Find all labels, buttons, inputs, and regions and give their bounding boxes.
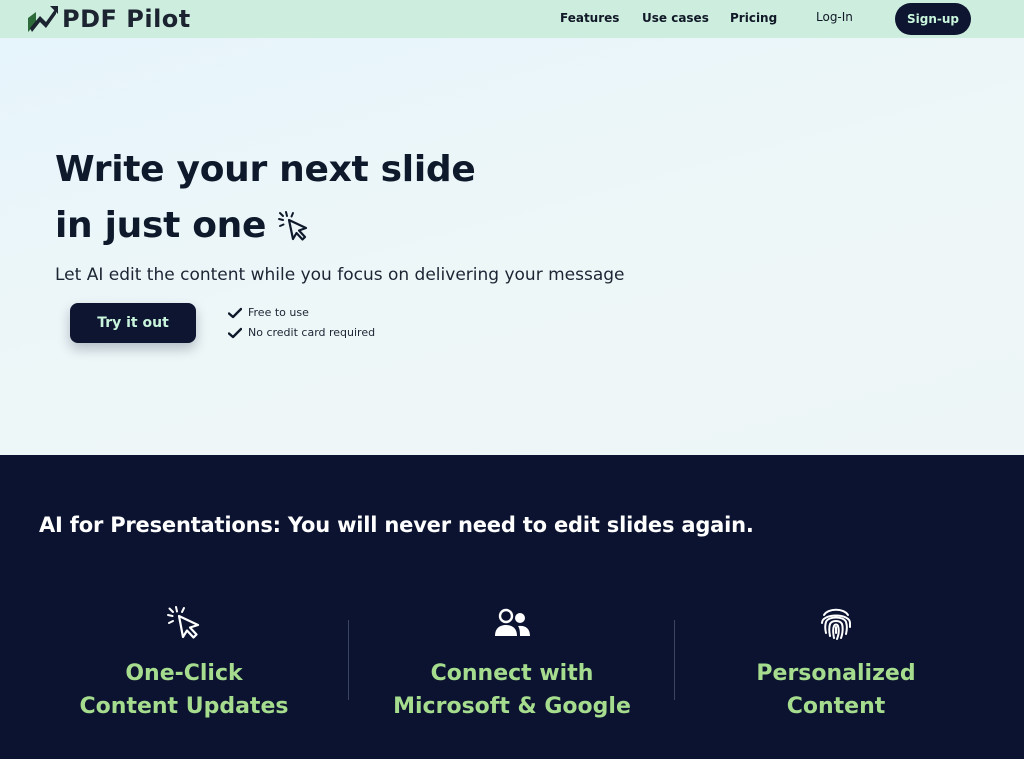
click-cursor-icon: [278, 211, 308, 241]
feature-personalized: Personalized Content: [686, 603, 986, 723]
logo[interactable]: PDF Pilot: [26, 4, 191, 34]
feature-label: Personalized Content: [756, 661, 916, 719]
nav-features-link[interactable]: Features: [560, 11, 619, 25]
features-section: AI for Presentations: You will never nee…: [0, 455, 1024, 759]
check-item-no-card: No credit card required: [228, 326, 375, 339]
checkmark-icon: [228, 327, 242, 338]
feature-one-click: One-Click Content Updates: [34, 603, 334, 723]
fingerprint-icon: [821, 608, 851, 640]
divider: [348, 620, 349, 700]
feature-connect: Connect with Microsoft & Google: [362, 603, 662, 723]
feature-label: One-Click Content Updates: [79, 661, 289, 719]
hero-title-line-2: in just one: [55, 198, 475, 254]
click-cursor-icon: [167, 606, 200, 639]
check-item-label: Free to use: [248, 306, 309, 319]
features-heading: AI for Presentations: You will never nee…: [39, 513, 754, 537]
try-it-out-button[interactable]: Try it out: [70, 303, 196, 343]
logo-text: PDF Pilot: [62, 5, 191, 33]
users-icon: [495, 608, 530, 636]
check-item-free: Free to use: [228, 306, 309, 319]
hero-title-line-2-text: in just one: [55, 205, 267, 246]
nav-pricing-link[interactable]: Pricing: [730, 11, 777, 25]
logo-mark-icon: [28, 6, 58, 32]
top-navbar: PDF Pilot Features Use cases Pricing Log…: [0, 0, 1024, 38]
divider: [674, 620, 675, 700]
nav-use-cases-link[interactable]: Use cases: [642, 11, 709, 25]
feature-label: Connect with Microsoft & Google: [393, 661, 631, 719]
hero-section: Write your next slide in just one Let AI…: [0, 38, 1024, 455]
hero-subtitle: Let AI edit the content while you focus …: [55, 265, 625, 285]
hero-title: Write your next slide in just one: [55, 142, 476, 254]
nav-login-link[interactable]: Log-In: [816, 10, 853, 24]
check-item-label: No credit card required: [248, 326, 376, 339]
signup-button[interactable]: Sign-up: [895, 3, 971, 35]
checkmark-icon: [228, 307, 242, 318]
hero-title-line-1: Write your next slide: [55, 149, 476, 190]
